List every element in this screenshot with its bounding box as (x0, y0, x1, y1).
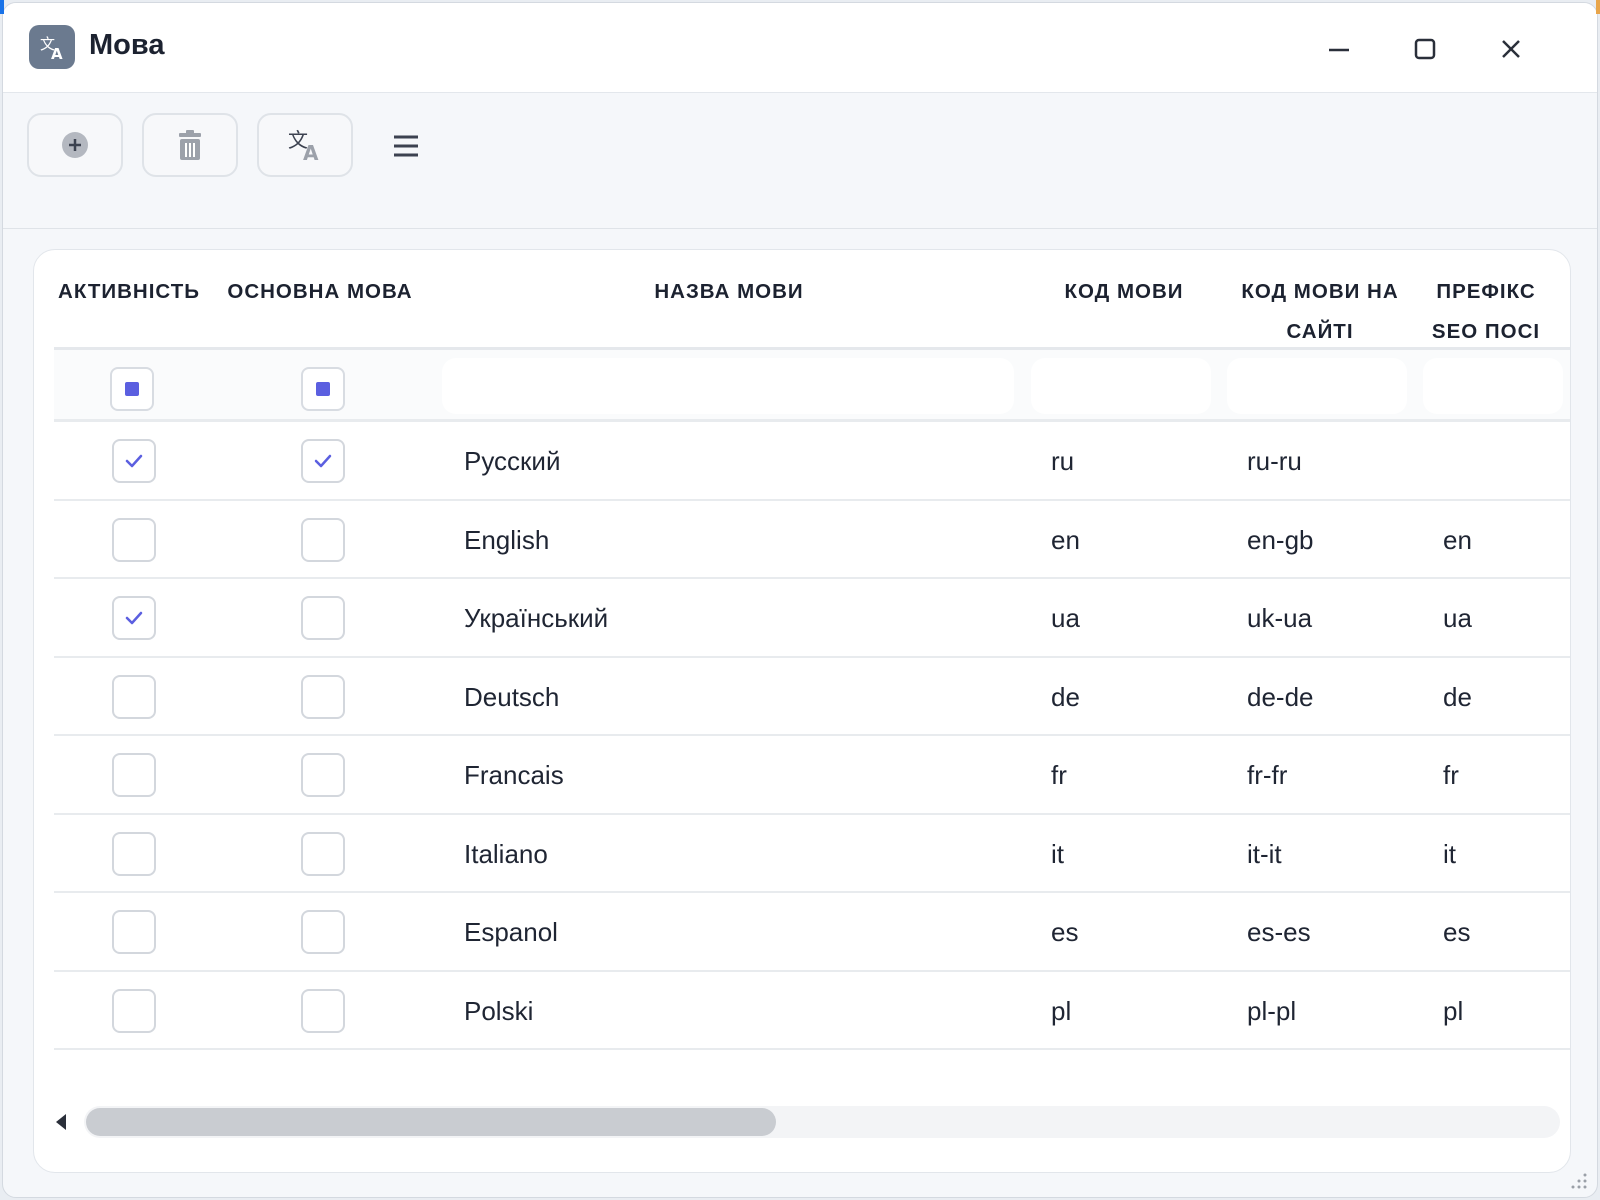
translate-icon: 文 A (29, 25, 75, 69)
main-language-checkbox[interactable] (301, 674, 345, 719)
header-site-code[interactable]: КОД МОВИ НА САЙТІ (1230, 272, 1410, 352)
language-name-cell: Polski (464, 995, 534, 1026)
language-window: 文 A Мова 文 A АКТИВНІСТЬ ОСНОВНА МОВА НАЗ… (2, 2, 1598, 1198)
active-checkbox[interactable] (112, 439, 156, 483)
header-seo-line2: SEO ПОСІ (1431, 320, 1541, 343)
active-checkbox[interactable] (112, 674, 156, 719)
delete-button[interactable] (142, 113, 238, 177)
table-row[interactable]: Русский ru ru-ru (54, 422, 1570, 501)
language-code-cell: ru (1051, 446, 1075, 476)
main-language-checkbox[interactable] (301, 439, 345, 483)
close-icon[interactable] (1491, 29, 1531, 69)
site-code-cell: es-es (1247, 917, 1311, 947)
table-row[interactable]: Deutsch de de-de de (54, 658, 1570, 736)
active-checkbox[interactable] (112, 910, 156, 954)
main-language-checkbox[interactable] (301, 596, 345, 640)
site-code-cell: uk-ua (1247, 603, 1313, 633)
filter-main-checkbox[interactable] (301, 367, 345, 411)
seo-prefix-cell: ua (1443, 603, 1472, 633)
seo-prefix-cell: es (1443, 917, 1471, 947)
language-code-cell: de (1051, 681, 1080, 712)
language-code-cell: it (1051, 838, 1064, 869)
filter-row (54, 350, 1570, 422)
filter-site-code-input[interactable] (1227, 358, 1407, 414)
language-name-cell: Deutsch (464, 681, 560, 712)
active-checkbox[interactable] (112, 517, 156, 562)
table-row[interactable]: Український ua uk-ua ua (54, 579, 1570, 658)
table-row[interactable]: Italiano it it-it it (54, 815, 1570, 893)
seo-prefix-cell: fr (1443, 760, 1459, 790)
active-checkbox[interactable] (112, 988, 156, 1033)
language-name-cell: Espanol (464, 917, 558, 947)
main-language-checkbox[interactable] (301, 753, 345, 797)
table-row[interactable]: Espanol es es-es es (54, 893, 1570, 972)
header-language-code[interactable]: КОД МОВИ (1034, 272, 1214, 312)
site-code-cell: de-de (1247, 681, 1314, 712)
svg-text:A: A (303, 141, 319, 163)
header-seo-line1: ПРЕФІКС (1436, 280, 1536, 303)
table-row[interactable]: Polski pl pl-pl pl (54, 972, 1570, 1050)
language-name-cell: Русский (464, 446, 561, 476)
table-row[interactable]: English en en-gb en (54, 501, 1570, 579)
table-row[interactable]: Francais fr fr-fr fr (54, 736, 1570, 815)
window-title: Мова (89, 29, 165, 61)
minimize-icon[interactable] (1319, 29, 1359, 69)
site-code-cell: ru-ru (1247, 446, 1302, 476)
header-site-code-line2: САЙТІ (1286, 320, 1354, 343)
seo-prefix-cell: en (1443, 524, 1472, 555)
language-name-cell: Italiano (464, 838, 548, 869)
toolbar: 文 A (3, 93, 1597, 229)
site-code-cell: it-it (1247, 838, 1282, 869)
main-language-checkbox[interactable] (301, 517, 345, 562)
seo-prefix-cell: it (1443, 838, 1456, 869)
translate-button[interactable]: 文 A (257, 113, 353, 177)
main-language-checkbox[interactable] (301, 988, 345, 1033)
active-checkbox[interactable] (112, 753, 156, 797)
table-body: Русский ru ru-ru English en en-gb en Українськи… (54, 422, 1570, 1050)
filter-seo-input[interactable] (1423, 358, 1563, 414)
site-code-cell: pl-pl (1247, 995, 1297, 1026)
header-language-name[interactable]: НАЗВА МОВИ (444, 272, 1014, 312)
main-language-checkbox[interactable] (301, 910, 345, 954)
language-name-cell: Український (464, 603, 609, 633)
plus-circle-icon (62, 132, 88, 158)
scroll-left-icon[interactable] (52, 1112, 72, 1132)
trash-icon (179, 130, 201, 160)
svg-text:A: A (51, 45, 63, 62)
language-code-cell: ua (1051, 603, 1080, 633)
language-name-cell: Francais (464, 760, 564, 790)
filter-code-input[interactable] (1031, 358, 1211, 414)
active-checkbox[interactable] (112, 831, 156, 876)
language-code-cell: es (1051, 917, 1079, 947)
header-active[interactable]: АКТИВНІСТЬ (54, 272, 204, 312)
hamburger-menu-icon[interactable] (389, 129, 423, 163)
filter-name-input[interactable] (442, 358, 1014, 414)
language-code-cell: en (1051, 524, 1080, 555)
maximize-icon[interactable] (1405, 29, 1445, 69)
scroll-thumb[interactable] (86, 1108, 776, 1136)
resize-grip-icon[interactable] (1565, 1167, 1589, 1191)
header-site-code-line1: КОД МОВИ НА (1241, 280, 1399, 303)
add-button[interactable] (27, 113, 123, 177)
window-edge-right (1596, 0, 1600, 14)
header-main-language[interactable]: ОСНОВНА МОВА (222, 272, 418, 312)
language-code-cell: pl (1051, 995, 1072, 1026)
table-header: АКТИВНІСТЬ ОСНОВНА МОВА НАЗВА МОВИ КОД М… (54, 250, 1570, 352)
seo-prefix-cell: pl (1443, 995, 1464, 1026)
active-checkbox[interactable] (112, 596, 156, 640)
translate-icon: 文 A (288, 128, 319, 163)
window-edge-left (0, 0, 4, 14)
title-bar: 文 A Мова (3, 3, 1597, 93)
seo-prefix-cell: de (1443, 681, 1472, 712)
site-code-cell: fr-fr (1247, 760, 1288, 790)
languages-table: АКТИВНІСТЬ ОСНОВНА МОВА НАЗВА МОВИ КОД М… (54, 250, 1570, 1050)
language-code-cell: fr (1051, 760, 1067, 790)
languages-table-panel: АКТИВНІСТЬ ОСНОВНА МОВА НАЗВА МОВИ КОД М… (33, 249, 1571, 1173)
header-seo-prefix[interactable]: ПРЕФІКС SEO ПОСІ (1426, 272, 1546, 352)
site-code-cell: en-gb (1247, 524, 1314, 555)
main-language-checkbox[interactable] (301, 831, 345, 876)
language-name-cell: English (464, 524, 550, 555)
horizontal-scrollbar[interactable] (52, 1106, 1560, 1138)
filter-active-checkbox[interactable] (110, 367, 154, 411)
